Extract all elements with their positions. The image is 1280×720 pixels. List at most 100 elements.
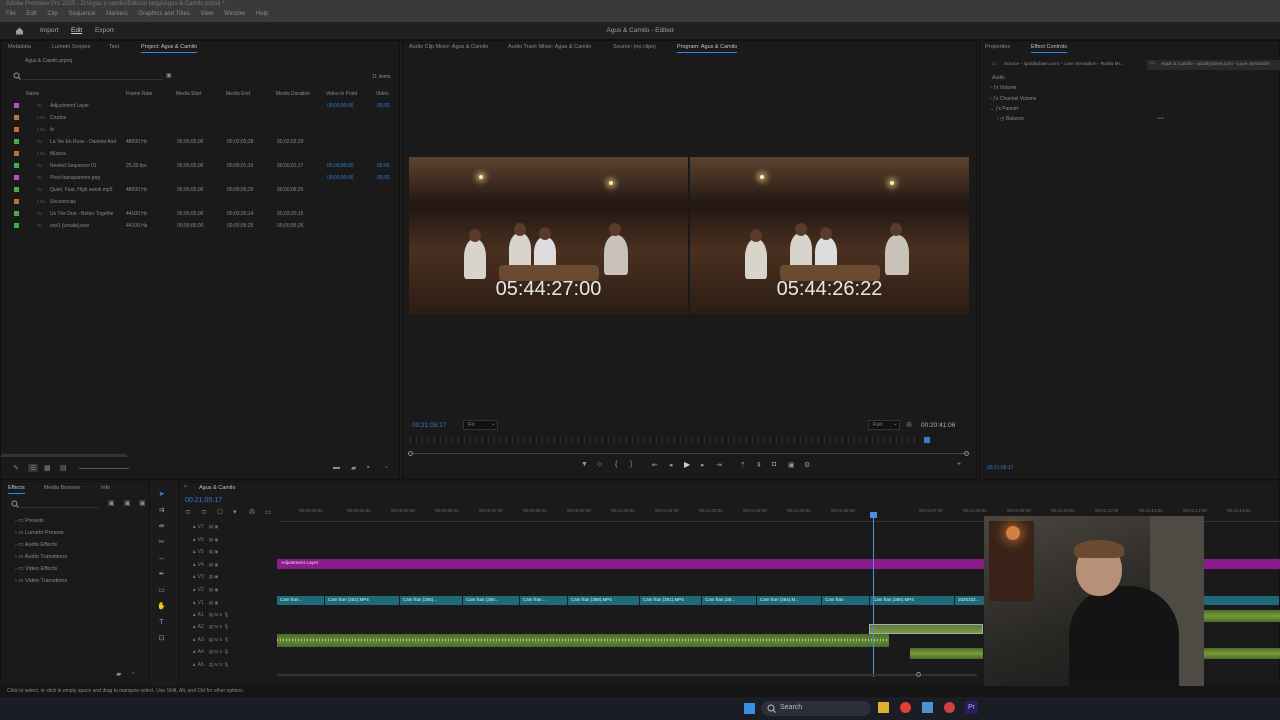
- tab-info[interactable]: Info: [101, 485, 110, 491]
- menu-graphics[interactable]: Graphics and Titles: [138, 11, 189, 17]
- pen-tool-icon[interactable]: ✒: [157, 570, 166, 579]
- project-item-row[interactable]: › ▭ Secuencias: [1, 197, 397, 209]
- scroll-handle[interactable]: [916, 672, 921, 677]
- search-icon[interactable]: [11, 500, 19, 508]
- freeform-view-icon[interactable]: ▤: [60, 464, 67, 472]
- tab-media-browser[interactable]: Media Browser: [44, 485, 81, 491]
- effects-folder-audio-effects[interactable]: › ▭ Audio Effects: [15, 542, 57, 548]
- label-color-swatch[interactable]: [14, 187, 19, 192]
- video-track-header[interactable]: 🔒︎ V2 ▤ ◉: [193, 587, 218, 593]
- video-clip[interactable]: Cam fran: [822, 596, 869, 605]
- mark-in-icon[interactable]: {: [615, 461, 617, 468]
- automate-icon[interactable]: ▬: [333, 464, 340, 471]
- project-item-row[interactable]: ▭ Us The Duo - Better Togethe 44100 Hz 00;0…: [1, 209, 397, 221]
- rectangle-tool-icon[interactable]: ▭: [157, 586, 166, 595]
- type-tool-icon[interactable]: T: [157, 618, 166, 627]
- video-clip[interactable]: Cam fran (355)...: [400, 596, 462, 605]
- search-icon[interactable]: [13, 72, 21, 80]
- video-track-header[interactable]: 🔒︎ V6 ▤ ◉: [193, 537, 218, 543]
- toggle-output-icon[interactable]: ▤ ◉: [208, 562, 218, 567]
- project-item-row[interactable]: ▭ Adjustment Layer 00;00;00;00 00;00: [1, 101, 397, 113]
- toggle-output-icon[interactable]: ▤ ◉: [208, 574, 218, 579]
- wrench-icon[interactable]: ✇: [906, 421, 912, 429]
- project-search-input[interactable]: [23, 72, 163, 80]
- project-item-row[interactable]: › ▭ Crudos: [1, 113, 397, 125]
- audio-track-header[interactable]: 🔒︎ A1 ▤ M S 🎙︎: [193, 612, 229, 618]
- menu-view[interactable]: View: [200, 11, 213, 17]
- project-item-row[interactable]: ▭ vos1 [vocals].wav 44100 Hz 00;00;00;00 00;…: [1, 221, 397, 233]
- track-label[interactable]: V1: [197, 600, 208, 606]
- accelerated-effects-icon[interactable]: ▣: [108, 499, 115, 507]
- tab-audio-clip-mixer[interactable]: Audio Clip Mixer: Agus & Camilo: [409, 44, 488, 50]
- audio-clip-a3[interactable]: [910, 648, 983, 659]
- track-label[interactable]: A3: [197, 637, 208, 643]
- project-scrollbar[interactable]: [1, 454, 127, 457]
- col-frame-rate[interactable]: Frame Rate: [126, 91, 152, 97]
- toggle-output-icon[interactable]: ▤ ◉: [208, 524, 218, 529]
- track-label[interactable]: V3: [197, 574, 208, 580]
- chrome-icon[interactable]: [900, 702, 911, 713]
- track-label[interactable]: A2: [197, 624, 208, 630]
- monitor-ruler[interactable]: [410, 437, 918, 443]
- audio-clip-a1-selected[interactable]: [869, 624, 983, 634]
- yuv-effects-icon[interactable]: ▣: [139, 499, 146, 507]
- tab-text[interactable]: Text: [109, 44, 119, 50]
- col-media-start[interactable]: Media Start: [176, 91, 202, 97]
- zoom-slider[interactable]: [79, 468, 129, 469]
- video-clip[interactable]: Cam fran (366).MP4: [870, 596, 954, 605]
- step-forward-icon[interactable]: ▸: [701, 461, 705, 469]
- audio-track-header[interactable]: 🔒︎ A3 ▤ M S 🎙︎: [193, 637, 229, 643]
- step-back-icon[interactable]: ◂: [669, 461, 673, 469]
- col-name[interactable]: Name: [26, 91, 39, 97]
- menu-window[interactable]: Window: [224, 11, 245, 17]
- toggle-output-icon[interactable]: ▤ ◉: [208, 549, 218, 554]
- list-view-icon[interactable]: ☰: [28, 464, 39, 472]
- col-video-in-point[interactable]: Video In Point: [326, 91, 357, 97]
- zoom-handle-left[interactable]: [408, 451, 413, 456]
- icon-view-icon[interactable]: ▦: [44, 464, 51, 472]
- label-color-swatch[interactable]: [14, 115, 19, 120]
- effects-folder-video-effects[interactable]: › ▭ Video Effects: [15, 566, 57, 572]
- tab-metadata[interactable]: Metadata: [8, 44, 31, 50]
- volume-effect[interactable]: › ƒx Volume: [990, 85, 1016, 91]
- premiere-icon[interactable]: Pr: [965, 701, 978, 714]
- project-item-row[interactable]: › ▭ fx: [1, 125, 397, 137]
- start-icon[interactable]: [744, 703, 755, 714]
- monitor-playhead[interactable]: [924, 437, 930, 443]
- effects-search-input[interactable]: [21, 500, 99, 508]
- toggle-output-icon[interactable]: ▤ ◉: [208, 600, 218, 605]
- video-clip[interactable]: Cam fran...: [277, 596, 324, 605]
- panner-effect[interactable]: ⌄ ƒx Panner: [990, 106, 1018, 112]
- col-video[interactable]: Video: [376, 91, 389, 97]
- video-clip[interactable]: Cam fran (358).MP4: [568, 596, 639, 605]
- label-color-swatch[interactable]: [14, 199, 19, 204]
- captions-icon[interactable]: ▭: [265, 508, 272, 516]
- channel-volume-effect[interactable]: › ƒx Channel Volume: [990, 96, 1036, 102]
- mark-out-icon[interactable]: }: [630, 461, 632, 468]
- balance-value[interactable]: ══: [1157, 116, 1164, 122]
- video-clip[interactable]: Cam fran (352).MP4: [325, 596, 399, 605]
- toggle-output-icon[interactable]: ▤ ◉: [208, 537, 218, 542]
- menu-markers[interactable]: Markers: [106, 11, 128, 17]
- label-color-swatch[interactable]: [14, 139, 19, 144]
- audio-track-header[interactable]: 🔒︎ A4 ▤ M S 🎙︎: [193, 649, 229, 655]
- effects-folder-lumetri[interactable]: › ▭ Lumetri Presets: [15, 530, 64, 536]
- comparison-view-icon[interactable]: ▣: [788, 461, 795, 469]
- pencil-icon[interactable]: ✎: [13, 464, 19, 472]
- project-item-row[interactable]: › ▭ Música: [1, 149, 397, 161]
- captions-tool-icon[interactable]: ⊡: [157, 634, 166, 643]
- zoom-select[interactable]: Fit ⌄: [463, 420, 498, 430]
- track-label[interactable]: A5: [197, 662, 208, 668]
- app-icon[interactable]: [944, 702, 955, 713]
- track-label[interactable]: V5: [197, 549, 208, 555]
- 32bit-effects-icon[interactable]: ▣: [124, 499, 131, 507]
- source-clip-select[interactable]: ▭ Source - spotifydown.com - Love Sensat…: [992, 61, 1140, 70]
- mute-solo-icon[interactable]: ▤ M S 🎙︎: [208, 649, 229, 654]
- track-label[interactable]: V2: [197, 587, 208, 593]
- video-track-header[interactable]: 🔒︎ V5 ▤ ◉: [193, 549, 218, 555]
- label-color-swatch[interactable]: [14, 211, 19, 216]
- video-frame-right[interactable]: 05:44:26:22: [690, 157, 969, 314]
- label-color-swatch[interactable]: [14, 223, 19, 228]
- play-icon[interactable]: ▶: [684, 460, 690, 469]
- tab-effects[interactable]: Effects: [8, 485, 25, 494]
